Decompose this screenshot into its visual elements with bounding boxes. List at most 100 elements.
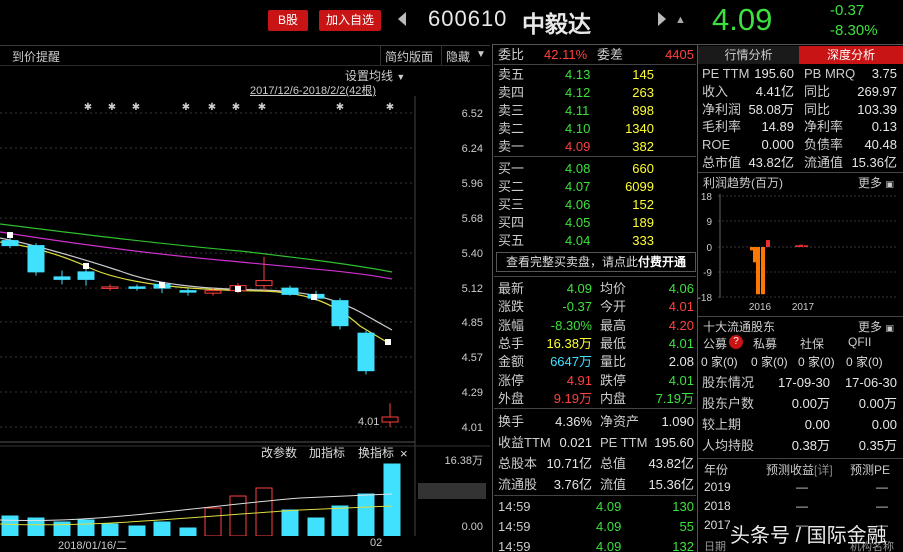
ask-label: 卖四 (498, 85, 525, 100)
simple-layout-button[interactable]: 简约版面 (385, 48, 433, 65)
volume-bar (229, 495, 247, 536)
ask-price: 4.12 (565, 85, 591, 100)
candle-body[interactable] (27, 245, 45, 273)
volume-bar (77, 519, 95, 536)
bid-price: 4.04 (565, 233, 591, 248)
candle-body[interactable] (101, 286, 119, 289)
candle-body[interactable] (77, 271, 95, 280)
tick-time: 14:59 (498, 519, 531, 534)
stat-label: 内盘 (600, 390, 627, 406)
event-marker-icon[interactable]: ✱ (258, 102, 266, 113)
candle-body[interactable] (204, 290, 222, 294)
event-marker-icon[interactable]: ✱ (336, 102, 344, 113)
holders-more-link[interactable]: 更多 ▣ (858, 318, 894, 335)
event-marker-icon[interactable]: ✱ (386, 102, 394, 113)
switch-indicator-button[interactable]: 换指标 (358, 445, 394, 460)
stat-value: -8.30% (550, 317, 592, 333)
holder-info-label: 人均持股 (702, 438, 755, 453)
profit-bar (804, 245, 808, 247)
candle-body[interactable] (357, 332, 375, 372)
candle-body[interactable] (53, 276, 71, 280)
profit-bar (761, 247, 765, 295)
stat-value: 4.01 (668, 299, 694, 315)
full-depth-link[interactable]: 查看完整买卖盘，请点此付费开通 (496, 252, 696, 272)
candle-body[interactable] (128, 286, 146, 289)
holder-info-value: 0.00万 (858, 396, 897, 411)
ask-volume: 382 (632, 139, 654, 154)
ask-volume: 145 (632, 67, 654, 82)
price-axis-tick: 4.01 (462, 422, 483, 434)
moving-average-line (0, 223, 393, 273)
close-icon[interactable]: × (400, 446, 408, 461)
next-stock-icon[interactable] (658, 12, 666, 26)
stat-label: 涨幅 (498, 317, 525, 333)
stat-value: 4.09 (566, 281, 592, 296)
candle-body[interactable] (381, 416, 399, 423)
bid-price: 4.07 (565, 179, 591, 194)
tab-market-analysis[interactable]: 行情分析 (698, 46, 799, 64)
bid-volume: 333 (632, 233, 654, 248)
weibi-label: 委比 (498, 47, 525, 62)
candle-body[interactable] (1, 240, 19, 247)
kline-chart[interactable]: 6.52 6.24 5.96 5.68 5.40 5.12 4.85 4.57 4.29 4.01… (0, 96, 490, 536)
add-watchlist-button[interactable]: 加入自选 (319, 10, 381, 31)
tick-price: 4.09 (596, 499, 622, 514)
fund-value: 14.89 (761, 119, 794, 135)
weicha-label: 委差 (597, 47, 624, 62)
forecast-eps: — (796, 499, 808, 513)
bell-icon[interactable]: ▲ (675, 14, 686, 26)
stat-label: 最新 (498, 281, 525, 296)
event-marker-icon[interactable]: ✱ (208, 102, 216, 113)
stock-code: 600610 (428, 6, 508, 31)
holder-type: 公募 (703, 337, 728, 351)
stat-value: 2.08 (668, 354, 694, 370)
event-marker-icon[interactable]: ✱ (84, 102, 92, 113)
bid-label: 买一 (498, 161, 525, 176)
event-marker-icon[interactable]: ✱ (232, 102, 240, 113)
stat-label: 总值 (600, 456, 627, 471)
tick-time: 14:59 (498, 499, 531, 514)
profit-y-tick: 0 (706, 243, 712, 254)
add-indicator-button[interactable]: 加指标 (309, 445, 345, 460)
volume-axis-tick: 16.38万 (444, 455, 483, 467)
bid-label: 买五 (498, 233, 525, 248)
price-change-pct: -8.30% (830, 22, 878, 39)
stat-value: 4.36% (555, 414, 592, 429)
change-params-button[interactable]: 改参数 (261, 445, 297, 460)
fund-value: 3.75 (871, 66, 897, 81)
price-alert-button[interactable]: 到价提醒 (12, 48, 60, 65)
hide-button[interactable]: 隐藏 (446, 48, 470, 65)
event-marker-icon[interactable]: ✱ (132, 102, 140, 113)
tab-depth-analysis[interactable]: 深度分析 (799, 46, 903, 64)
stat-value: 43.82亿 (648, 456, 694, 471)
candle-body[interactable] (331, 300, 349, 327)
stat-value: 7.19万 (655, 390, 694, 406)
weicha-value: 4405 (665, 47, 694, 62)
holder-info-label: 较上期 (702, 417, 742, 432)
candle-body[interactable] (179, 290, 197, 293)
profit-bar (799, 244, 803, 247)
bid-price: 4.05 (565, 215, 591, 230)
ask-price: 4.13 (565, 67, 591, 82)
event-marker-icon[interactable]: ✱ (108, 102, 116, 113)
stat-value: 6647万 (550, 354, 592, 370)
prev-stock-icon[interactable] (398, 12, 406, 26)
event-marker-icon[interactable]: ✱ (182, 102, 190, 113)
weibi-value: 42.11% (544, 47, 588, 62)
stat-value: 1.090 (661, 414, 694, 429)
b-stock-button[interactable]: B股 (268, 10, 308, 31)
holder-info-value: 0.38万 (791, 438, 830, 453)
help-icon[interactable]: ? (729, 335, 743, 349)
ask-volume: 898 (632, 103, 654, 118)
forecast-eps-header[interactable]: 预测收益[详] (766, 461, 833, 478)
candle-body[interactable] (255, 280, 273, 287)
stat-label: 均价 (600, 281, 627, 296)
ma-point-marker (385, 339, 391, 345)
stat-label: 最低 (600, 335, 627, 351)
price-axis-tick: 5.40 (462, 248, 483, 260)
candle-body[interactable] (281, 287, 299, 295)
fund-label: 毛利率 (702, 119, 742, 135)
stat-label: 今开 (600, 299, 627, 315)
stat-value: 4.01 (668, 372, 694, 388)
stat-label: 跌停 (600, 372, 627, 388)
